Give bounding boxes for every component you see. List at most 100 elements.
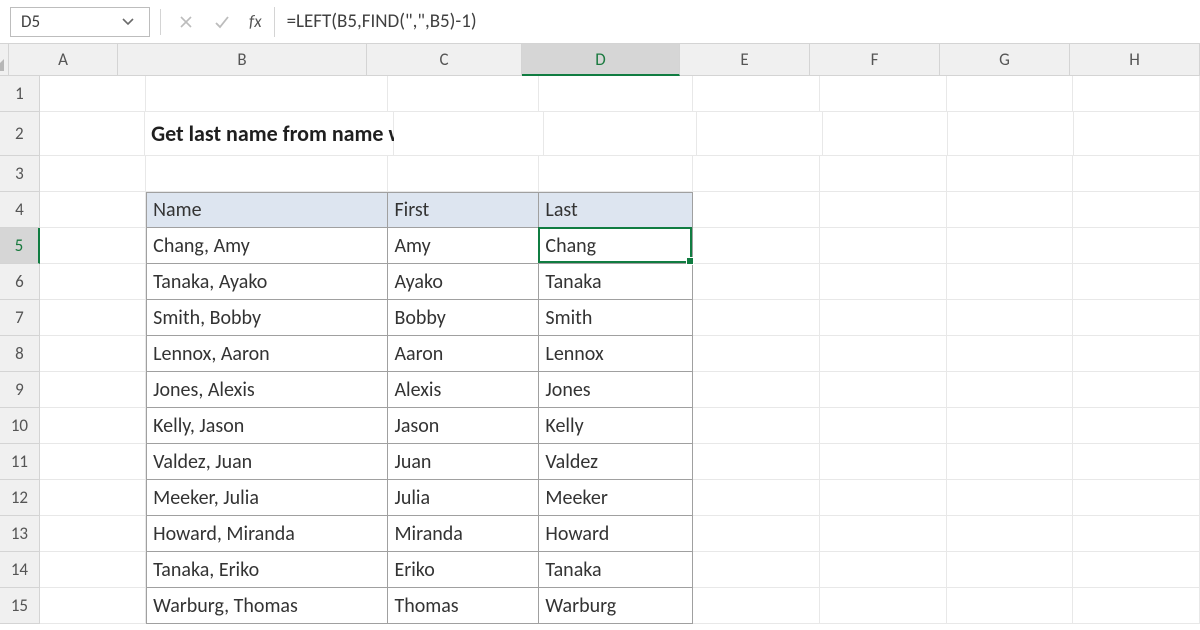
col-header-F[interactable]: F	[810, 44, 940, 76]
cell[interactable]	[1073, 264, 1200, 300]
cell[interactable]	[146, 156, 388, 192]
table-row[interactable]: Julia	[388, 480, 539, 516]
col-header-H[interactable]: H	[1070, 44, 1200, 76]
table-row[interactable]: Ayako	[388, 264, 539, 300]
table-row[interactable]: Kelly, Jason	[146, 408, 388, 444]
table-row[interactable]: Eriko	[388, 552, 539, 588]
cell[interactable]	[388, 76, 539, 112]
cell[interactable]	[539, 76, 693, 112]
cell[interactable]	[1073, 76, 1200, 112]
cell[interactable]	[1074, 112, 1200, 156]
cell[interactable]	[693, 480, 820, 516]
cell[interactable]	[820, 516, 947, 552]
cell[interactable]	[40, 552, 146, 588]
cell[interactable]	[40, 516, 146, 552]
table-row[interactable]: Howard	[539, 516, 693, 552]
cell[interactable]	[820, 156, 947, 192]
cell[interactable]	[146, 76, 388, 112]
cell[interactable]	[1073, 372, 1200, 408]
row-header-2[interactable]: 2	[0, 112, 40, 156]
table-header-name[interactable]: Name	[146, 192, 388, 228]
cell[interactable]	[820, 192, 947, 228]
chevron-down-icon[interactable]	[117, 18, 139, 26]
table-row[interactable]: Lennox	[539, 336, 693, 372]
table-row[interactable]: Jason	[388, 408, 539, 444]
cell[interactable]	[693, 516, 820, 552]
cell[interactable]	[947, 408, 1074, 444]
table-row[interactable]: Jones, Alexis	[146, 372, 388, 408]
cell[interactable]	[820, 588, 947, 624]
page-title[interactable]: Get last name from name with comma	[145, 112, 394, 156]
selected-cell[interactable]: Chang	[539, 228, 693, 264]
cell[interactable]	[40, 192, 146, 228]
cell[interactable]	[697, 112, 823, 156]
table-header-last[interactable]: Last	[539, 192, 693, 228]
cell[interactable]	[1073, 516, 1200, 552]
cell[interactable]	[693, 336, 820, 372]
table-row[interactable]: Tanaka, Eriko	[146, 552, 388, 588]
cell[interactable]	[544, 112, 697, 156]
cell[interactable]	[947, 552, 1074, 588]
cell[interactable]	[693, 264, 820, 300]
cell[interactable]	[40, 228, 146, 264]
enter-icon[interactable]	[207, 7, 237, 37]
cell[interactable]	[693, 156, 820, 192]
cell[interactable]	[693, 552, 820, 588]
row-header-1[interactable]: 1	[0, 76, 40, 112]
table-header-first[interactable]: First	[388, 192, 539, 228]
cell[interactable]	[1073, 552, 1200, 588]
cell[interactable]	[693, 372, 820, 408]
cell[interactable]	[947, 372, 1074, 408]
formula-input[interactable]: =LEFT(B5,FIND(",",B5)-1)	[274, 7, 1190, 37]
cell[interactable]	[820, 264, 947, 300]
cell[interactable]	[820, 300, 947, 336]
cell[interactable]	[40, 480, 146, 516]
cell[interactable]	[40, 372, 146, 408]
cell[interactable]	[539, 156, 693, 192]
cell[interactable]	[823, 112, 949, 156]
row-header-5[interactable]: 5	[0, 228, 40, 264]
row-header-7[interactable]: 7	[0, 300, 40, 336]
cell[interactable]	[1073, 336, 1200, 372]
table-row[interactable]: Tanaka	[539, 264, 693, 300]
col-header-C[interactable]: C	[367, 44, 522, 76]
select-all-corner[interactable]	[0, 44, 9, 76]
row-header-10[interactable]: 10	[0, 408, 40, 444]
cell[interactable]	[693, 192, 820, 228]
cell[interactable]	[693, 444, 820, 480]
col-header-D[interactable]: D	[522, 44, 680, 76]
col-header-G[interactable]: G	[940, 44, 1070, 76]
cell[interactable]	[947, 336, 1074, 372]
table-row[interactable]: Howard, Miranda	[146, 516, 388, 552]
cell[interactable]	[820, 552, 947, 588]
table-row[interactable]: Jones	[539, 372, 693, 408]
table-row[interactable]: Miranda	[388, 516, 539, 552]
table-row[interactable]: Smith	[539, 300, 693, 336]
cell[interactable]	[820, 408, 947, 444]
cell[interactable]	[693, 300, 820, 336]
name-box[interactable]: D5	[10, 7, 150, 37]
cell[interactable]	[820, 372, 947, 408]
cell[interactable]	[693, 408, 820, 444]
col-header-B[interactable]: B	[118, 44, 367, 76]
table-row[interactable]: Warburg, Thomas	[146, 588, 388, 624]
row-header-8[interactable]: 8	[0, 336, 40, 372]
cell[interactable]	[947, 264, 1074, 300]
cancel-icon[interactable]	[171, 7, 201, 37]
cell[interactable]	[947, 76, 1074, 112]
cell[interactable]	[40, 408, 146, 444]
table-row[interactable]: Juan	[388, 444, 539, 480]
row-header-11[interactable]: 11	[0, 444, 40, 480]
table-row[interactable]: Valdez, Juan	[146, 444, 388, 480]
cell[interactable]	[693, 76, 820, 112]
cell[interactable]	[40, 156, 146, 192]
cell[interactable]	[820, 444, 947, 480]
cell[interactable]	[40, 76, 146, 112]
table-row[interactable]: Tanaka, Ayako	[146, 264, 388, 300]
table-row[interactable]: Lennox, Aaron	[146, 336, 388, 372]
table-row[interactable]: Alexis	[388, 372, 539, 408]
table-row[interactable]: Tanaka	[539, 552, 693, 588]
cell[interactable]	[40, 300, 146, 336]
cell[interactable]	[1073, 588, 1200, 624]
col-header-A[interactable]: A	[9, 44, 118, 76]
